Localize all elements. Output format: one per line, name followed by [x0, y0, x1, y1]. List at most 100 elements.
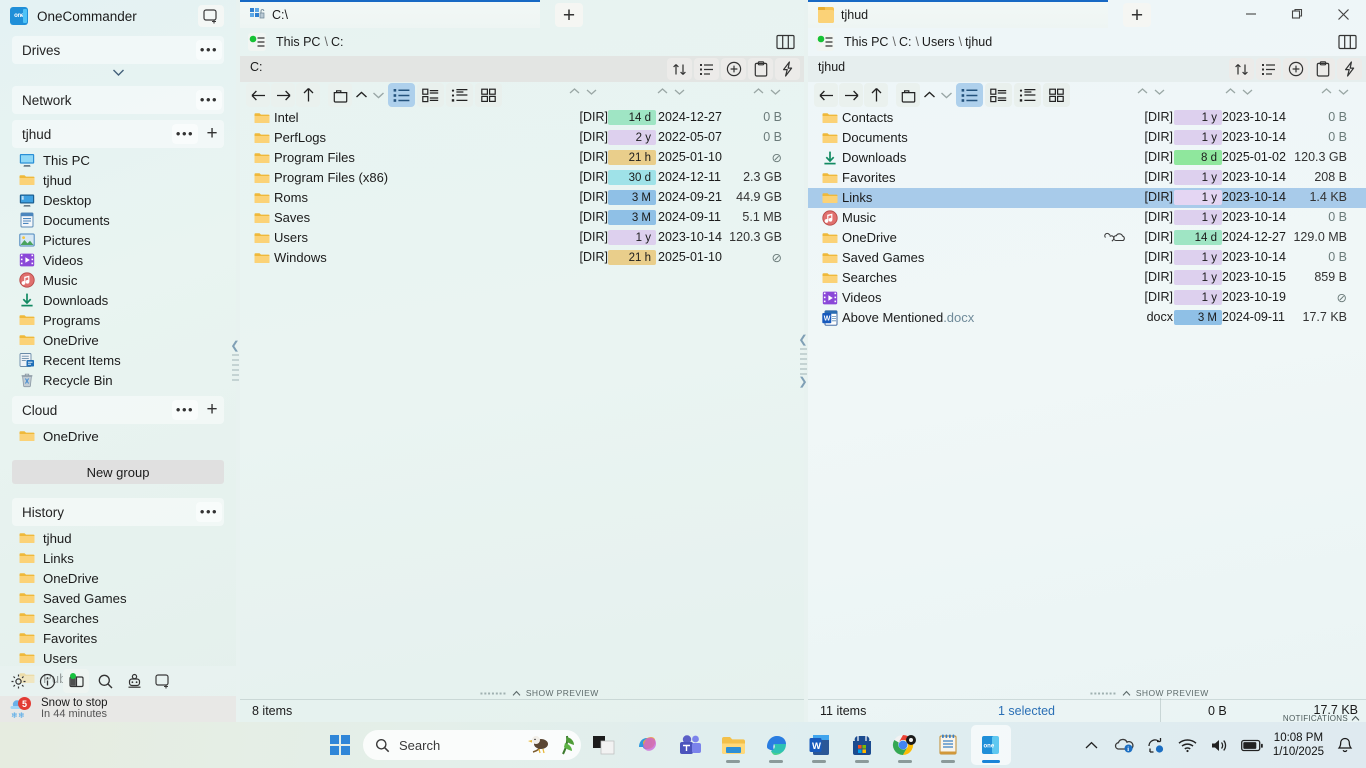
history-item-links[interactable]: Links: [0, 548, 236, 568]
chevron-up-icon[interactable]: [353, 83, 369, 107]
theme-icon[interactable]: [63, 669, 89, 693]
details-icon[interactable]: [1256, 58, 1281, 80]
flash-icon[interactable]: [1337, 58, 1362, 80]
chevron-down-icon[interactable]: [0, 64, 236, 80]
sidebar-item-pictures[interactable]: Pictures: [0, 230, 236, 250]
sidebar-item-onedrive[interactable]: OneDrive: [0, 426, 236, 446]
sidebar-item-programs[interactable]: Programs: [0, 310, 236, 330]
restore-icon[interactable]: [1274, 0, 1320, 28]
sidebar-group-header-cloud[interactable]: Cloud ••• +: [12, 396, 224, 424]
table-row[interactable]: Music [DIR] 1 y 2023-10-14 0 B: [808, 208, 1366, 228]
minimize-icon[interactable]: [1228, 0, 1274, 28]
sidebar-group-header-drives[interactable]: Drives •••: [12, 36, 224, 64]
list-view-icon[interactable]: [388, 83, 415, 107]
sidebar-item-recent-items[interactable]: Recent Items: [0, 350, 236, 370]
list-view-icon[interactable]: [956, 83, 983, 107]
grid-view-icon[interactable]: [1043, 83, 1070, 107]
table-row[interactable]: Saves [DIR] 3 M 2024-09-11 5.1 MB: [240, 208, 804, 228]
sort-date-arrows[interactable]: [656, 86, 686, 97]
group-more-button[interactable]: •••: [172, 400, 198, 420]
wifi-icon[interactable]: [1177, 734, 1199, 756]
history-item-tjhud[interactable]: tjhud: [0, 528, 236, 548]
clock[interactable]: 10:08 PM 1/10/2025: [1273, 731, 1324, 759]
collapse-left-icon-2[interactable]: ❮: [798, 334, 807, 345]
search-input[interactable]: Search: [363, 730, 581, 760]
sort-date-arrows-b[interactable]: [1224, 86, 1254, 97]
up-arrow-icon[interactable]: [296, 83, 320, 107]
tab-c-drive[interactable]: C:\: [240, 0, 540, 28]
new-folder-icon[interactable]: [328, 83, 352, 107]
info-icon[interactable]: [34, 669, 60, 693]
breadcrumb-segment[interactable]: C:: [899, 35, 912, 49]
start-icon[interactable]: [320, 725, 360, 765]
breadcrumb-segment[interactable]: tjhud: [965, 35, 992, 49]
breadcrumb-segment[interactable]: Users: [922, 35, 955, 49]
chevron-down-icon[interactable]: [370, 83, 386, 107]
onedrive-sync-icon[interactable]: i: [1113, 734, 1135, 756]
table-row[interactable]: Program Files [DIR] 21 h 2025-01-10 ⊘: [240, 148, 804, 168]
forward-arrow-icon[interactable]: [839, 83, 863, 107]
sidebar-item-downloads[interactable]: Downloads: [0, 290, 236, 310]
sort-size-arrows-b[interactable]: [1320, 86, 1350, 97]
table-row[interactable]: Videos [DIR] 1 y 2023-10-19 ⊘: [808, 288, 1366, 308]
sidebar-item-documents[interactable]: Documents: [0, 210, 236, 230]
table-row[interactable]: Users [DIR] 1 y 2023-10-14 120.3 GB: [240, 228, 804, 248]
teams-icon[interactable]: [670, 725, 710, 765]
sort-icon[interactable]: [1229, 58, 1254, 80]
volume-icon[interactable]: [1209, 734, 1231, 756]
sidebar-group-header-tjhud[interactable]: tjhud ••• +: [12, 120, 224, 148]
chevron-down-icon[interactable]: [938, 83, 954, 107]
search-icon[interactable]: [92, 669, 118, 693]
new-group-button[interactable]: New group: [12, 460, 224, 484]
sidebar-group-header-network[interactable]: Network •••: [12, 86, 224, 114]
sort-name-arrows-b[interactable]: [1136, 86, 1166, 97]
store-icon[interactable]: [842, 725, 882, 765]
new-tab-button[interactable]: [198, 5, 224, 27]
columns-layout-icon-b[interactable]: [1336, 32, 1358, 52]
new-folder-icon[interactable]: [896, 83, 920, 107]
sidebar-item-onedrive[interactable]: OneDrive: [0, 330, 236, 350]
back-arrow-icon[interactable]: [246, 83, 270, 107]
grid-view-icon[interactable]: [475, 83, 502, 107]
sidebar-item-this-pc[interactable]: This PC: [0, 150, 236, 170]
table-row[interactable]: PerfLogs [DIR] 2 y 2022-05-07 0 B: [240, 128, 804, 148]
group-add-button[interactable]: +: [200, 122, 224, 146]
onecommander-icon[interactable]: one: [971, 725, 1011, 765]
close-icon[interactable]: [1320, 0, 1366, 28]
expand-right-icon[interactable]: ❯: [798, 376, 807, 387]
columns-layout-icon[interactable]: [774, 32, 796, 52]
sidebar-splitter[interactable]: ❮: [228, 0, 242, 722]
sidebar-item-recycle-bin[interactable]: Recycle Bin: [0, 370, 236, 390]
file-explorer-icon[interactable]: [713, 725, 753, 765]
breadcrumb-segment[interactable]: C:: [331, 35, 344, 49]
word-icon[interactable]: W: [799, 725, 839, 765]
history-item-saved-games[interactable]: Saved Games: [0, 588, 236, 608]
sidebar-item-desktop[interactable]: Desktop: [0, 190, 236, 210]
new-window-icon[interactable]: [150, 669, 176, 693]
taskview-icon[interactable]: [584, 725, 624, 765]
table-row[interactable]: Searches [DIR] 1 y 2023-10-15 859 B: [808, 268, 1366, 288]
sidebar-item-tjhud[interactable]: tjhud: [0, 170, 236, 190]
up-arrow-icon[interactable]: [864, 83, 888, 107]
chevron-up-icon[interactable]: [921, 83, 937, 107]
bell-icon[interactable]: [1334, 734, 1356, 756]
new-tab-button-a[interactable]: +: [555, 3, 583, 27]
sidebar-item-videos[interactable]: Videos: [0, 250, 236, 270]
table-row[interactable]: Program Files (x86) [DIR] 30 d 2024-12-11 2.…: [240, 168, 804, 188]
breadcrumb-segment[interactable]: This PC: [844, 35, 888, 49]
battery-icon[interactable]: [1240, 734, 1263, 756]
table-row[interactable]: Documents [DIR] 1 y 2023-10-14 0 B: [808, 128, 1366, 148]
table-row[interactable]: Saved Games [DIR] 1 y 2023-10-14 0 B: [808, 248, 1366, 268]
table-row[interactable]: Contacts [DIR] 1 y 2023-10-14 0 B: [808, 108, 1366, 128]
chrome-icon[interactable]: [885, 725, 925, 765]
edge-icon[interactable]: [756, 725, 796, 765]
sort-name-arrows[interactable]: [568, 86, 598, 97]
history-item-users[interactable]: Users: [0, 648, 236, 668]
new-item-icon[interactable]: [721, 58, 746, 80]
new-tab-button-b[interactable]: +: [1123, 3, 1151, 27]
breadcrumb-segment[interactable]: This PC: [276, 35, 320, 49]
chevron-up-icon[interactable]: [1081, 734, 1103, 756]
sort-size-arrows[interactable]: [752, 86, 782, 97]
copilot-icon[interactable]: [627, 725, 667, 765]
group-more-button[interactable]: •••: [172, 124, 198, 144]
